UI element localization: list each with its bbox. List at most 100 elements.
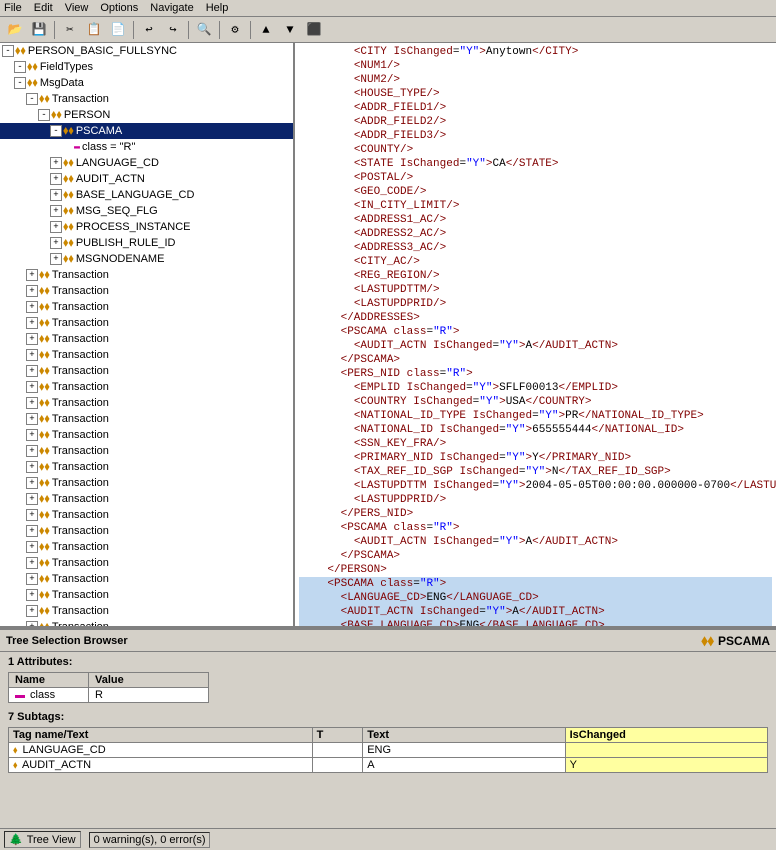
expander-msgdata[interactable]: -: [14, 77, 26, 89]
xml-line-pscama3-start[interactable]: <PSCAMA class="R">: [299, 577, 772, 591]
tree-node-t24[interactable]: + ⬧⬧ Transaction: [0, 619, 293, 626]
expander-t13[interactable]: +: [26, 445, 38, 457]
tree-node-auditactn[interactable]: + ⬧⬧ AUDIT_ACTN: [0, 171, 293, 187]
tree-node-t19[interactable]: + ⬧⬧ Transaction: [0, 539, 293, 555]
menu-edit[interactable]: Edit: [34, 2, 53, 14]
tree-node-t23[interactable]: + ⬧⬧ Transaction: [0, 603, 293, 619]
tree-node-t4[interactable]: + ⬧⬧ Transaction: [0, 299, 293, 315]
toolbar-copy[interactable]: 📋: [83, 19, 105, 41]
expander-t15[interactable]: +: [26, 477, 38, 489]
tree-node-t16[interactable]: + ⬧⬧ Transaction: [0, 491, 293, 507]
tree-node-msgnode[interactable]: + ⬧⬧ MSGNODENAME: [0, 251, 293, 267]
expander-msgseq[interactable]: +: [50, 205, 62, 217]
toolbar-down[interactable]: ▼: [279, 19, 301, 41]
tree-node-t7[interactable]: + ⬧⬧ Transaction: [0, 347, 293, 363]
expander-t21[interactable]: +: [26, 573, 38, 585]
attr-row-class[interactable]: ▬ class R: [9, 688, 209, 703]
tree-node-baselang[interactable]: + ⬧⬧ BASE_LANGUAGE_CD: [0, 187, 293, 203]
expander-t19[interactable]: +: [26, 541, 38, 553]
expander-t23[interactable]: +: [26, 605, 38, 617]
expander-procinst[interactable]: +: [50, 221, 62, 233]
toolbar-undo[interactable]: ↩: [138, 19, 160, 41]
expander-txn1[interactable]: -: [26, 93, 38, 105]
expander-t14[interactable]: +: [26, 461, 38, 473]
tree-node-langcd[interactable]: + ⬧⬧ LANGUAGE_CD: [0, 155, 293, 171]
expander-t2[interactable]: +: [26, 269, 38, 281]
tree-node-t8[interactable]: + ⬧⬧ Transaction: [0, 363, 293, 379]
tree-node-t18[interactable]: + ⬧⬧ Transaction: [0, 523, 293, 539]
subtag-row-langcd[interactable]: ⬧ LANGUAGE_CD ENG: [9, 743, 768, 758]
expander-t7[interactable]: +: [26, 349, 38, 361]
tree-node-fieldtypes[interactable]: - ⬧⬧ FieldTypes: [0, 59, 293, 75]
expander-t20[interactable]: +: [26, 557, 38, 569]
expander-pscama[interactable]: -: [50, 125, 62, 137]
expander-t22[interactable]: +: [26, 589, 38, 601]
menu-options[interactable]: Options: [100, 2, 138, 14]
expander-publrule[interactable]: +: [50, 237, 62, 249]
expander-fieldtypes[interactable]: -: [14, 61, 26, 73]
tree-node-t22[interactable]: + ⬧⬧ Transaction: [0, 587, 293, 603]
expander-t16[interactable]: +: [26, 493, 38, 505]
menubar: File Edit View Options Navigate Help: [0, 0, 776, 17]
toolbar-up[interactable]: ▲: [255, 19, 277, 41]
expander-baselang[interactable]: +: [50, 189, 62, 201]
toolbar-cut[interactable]: ✂: [59, 19, 81, 41]
expander-msgnode[interactable]: +: [50, 253, 62, 265]
expander-root[interactable]: -: [2, 45, 14, 57]
expander-t5[interactable]: +: [26, 317, 38, 329]
tree-node-publrule[interactable]: + ⬧⬧ PUBLISH_RULE_ID: [0, 235, 293, 251]
tree-node-t12[interactable]: + ⬧⬧ Transaction: [0, 427, 293, 443]
expander-t18[interactable]: +: [26, 525, 38, 537]
tree-node-class[interactable]: ▬ class = "R": [0, 139, 293, 155]
icon-t15: ⬧⬧: [39, 476, 50, 490]
subtag-row-auditactn[interactable]: ⬧ AUDIT_ACTN A Y: [9, 758, 768, 773]
tree-node-t6[interactable]: + ⬧⬧ Transaction: [0, 331, 293, 347]
tree-node-t21[interactable]: + ⬧⬧ Transaction: [0, 571, 293, 587]
tree-node-msgdata[interactable]: - ⬧⬧ MsgData: [0, 75, 293, 91]
tree-node-t2[interactable]: + ⬧⬧ Transaction: [0, 267, 293, 283]
tree-node-procinst[interactable]: + ⬧⬧ PROCESS_INSTANCE: [0, 219, 293, 235]
tree-node-t17[interactable]: + ⬧⬧ Transaction: [0, 507, 293, 523]
expander-t6[interactable]: +: [26, 333, 38, 345]
expander-auditactn[interactable]: +: [50, 173, 62, 185]
expander-t12[interactable]: +: [26, 429, 38, 441]
toolbar-save[interactable]: 💾: [28, 19, 50, 41]
tree-node-t5[interactable]: + ⬧⬧ Transaction: [0, 315, 293, 331]
expander-t11[interactable]: +: [26, 413, 38, 425]
tree-node-t3[interactable]: + ⬧⬧ Transaction: [0, 283, 293, 299]
expander-langcd[interactable]: +: [50, 157, 62, 169]
tree-node-pscama[interactable]: - ⬧⬧ PSCAMA: [0, 123, 293, 139]
toolbar-stop[interactable]: ⬛: [303, 19, 325, 41]
tree-node-t11[interactable]: + ⬧⬧ Transaction: [0, 411, 293, 427]
expander-t17[interactable]: +: [26, 509, 38, 521]
tree-node-msgseq[interactable]: + ⬧⬧ MSG_SEQ_FLG: [0, 203, 293, 219]
toolbar-paste[interactable]: 📄: [107, 19, 129, 41]
icon-t8: ⬧⬧: [39, 364, 50, 378]
expander-t24[interactable]: +: [26, 621, 38, 626]
toolbar-settings[interactable]: ⚙: [224, 19, 246, 41]
tree-node-txn1[interactable]: - ⬧⬧ Transaction: [0, 91, 293, 107]
tree-node-t10[interactable]: + ⬧⬧ Transaction: [0, 395, 293, 411]
tree-node-t13[interactable]: + ⬧⬧ Transaction: [0, 443, 293, 459]
tree-node-t20[interactable]: + ⬧⬧ Transaction: [0, 555, 293, 571]
expander-t3[interactable]: +: [26, 285, 38, 297]
menu-navigate[interactable]: Navigate: [150, 2, 193, 14]
menu-file[interactable]: File: [4, 2, 22, 14]
treeview-icon: 🌲: [9, 833, 23, 846]
expander-person[interactable]: -: [38, 109, 50, 121]
tree-node-root[interactable]: - ⬧⬧ PERSON_BASIC_FULLSYNC: [0, 43, 293, 59]
menu-help[interactable]: Help: [206, 2, 229, 14]
tree-node-t9[interactable]: + ⬧⬧ Transaction: [0, 379, 293, 395]
expander-t9[interactable]: +: [26, 381, 38, 393]
tree-node-t15[interactable]: + ⬧⬧ Transaction: [0, 475, 293, 491]
expander-t10[interactable]: +: [26, 397, 38, 409]
toolbar-redo[interactable]: ↪: [162, 19, 184, 41]
tree-node-person[interactable]: - ⬧⬧ PERSON: [0, 107, 293, 123]
statusbar-treeview[interactable]: 🌲 Tree View: [4, 831, 81, 848]
expander-t8[interactable]: +: [26, 365, 38, 377]
menu-view[interactable]: View: [65, 2, 89, 14]
tree-node-t14[interactable]: + ⬧⬧ Transaction: [0, 459, 293, 475]
toolbar-search[interactable]: 🔍: [193, 19, 215, 41]
expander-t4[interactable]: +: [26, 301, 38, 313]
toolbar-new[interactable]: 📂: [4, 19, 26, 41]
